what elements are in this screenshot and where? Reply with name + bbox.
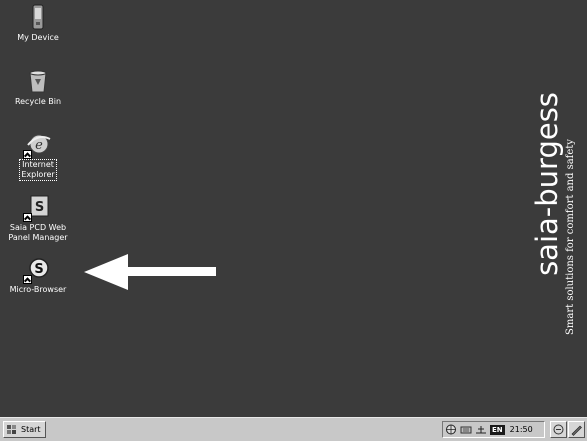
network-globe-icon[interactable] <box>445 424 457 435</box>
shortcut-arrow-icon <box>23 213 32 222</box>
desktop-icon-recycle-bin[interactable]: Recycle Bin <box>3 68 73 107</box>
pen-icon <box>571 425 582 436</box>
language-indicator[interactable]: EN <box>490 424 505 435</box>
desktop-icon-saia-web-panel-manager[interactable]: S Saia PCD Web Panel Manager <box>3 194 73 243</box>
desktop-icon-my-device[interactable]: My Device <box>3 4 73 43</box>
desktop-icon-internet-explorer[interactable]: e Internet Explorer <box>3 131 73 181</box>
start-label: Start <box>21 425 41 434</box>
saia-web-panel-icon: S <box>23 194 51 222</box>
desktop: My Device Recycle Bin e Internet Explore… <box>0 0 587 417</box>
saia-burgess-branding: saia-burgess Smart solutions for comfort… <box>531 92 576 335</box>
micro-browser-icon: S <box>23 256 51 284</box>
taskbar: Start EN 21:50 <box>0 417 587 441</box>
brand-tagline: Smart solutions for comfort and safety <box>565 139 576 335</box>
annotation-arrow <box>84 254 216 290</box>
shortcut-arrow-icon <box>23 150 32 159</box>
desktop-icon-micro-browser[interactable]: S Micro-Browser <box>3 256 73 295</box>
windows-flag-icon <box>6 424 18 435</box>
svg-text:S: S <box>34 262 43 277</box>
svg-text:S: S <box>35 200 44 215</box>
desktop-icon <box>553 424 564 435</box>
keyboard-toggle-button[interactable] <box>568 421 585 438</box>
system-tray: EN 21:50 <box>442 421 545 438</box>
shortcut-arrow-icon <box>23 275 32 284</box>
connection-icon[interactable] <box>475 424 487 435</box>
internet-explorer-icon: e <box>23 131 51 159</box>
desktop-icon-label: Internet Explorer <box>19 159 57 181</box>
desktop-icon-label: Recycle Bin <box>14 97 62 106</box>
desktop-icon-label: Saia PCD Web Panel Manager <box>8 223 68 242</box>
svg-text:e: e <box>35 138 43 153</box>
recycle-bin-icon <box>25 68 51 94</box>
desktop-toggle-button[interactable] <box>550 421 567 438</box>
start-button[interactable]: Start <box>3 421 46 438</box>
desktop-icon-label: My Device <box>17 33 59 42</box>
input-panel-icon[interactable] <box>460 424 472 435</box>
pda-device-icon <box>25 4 51 30</box>
desktop-icon-label: Micro-Browser <box>9 285 67 294</box>
clock[interactable]: 21:50 <box>510 425 533 434</box>
brand-logo-text: saia-burgess <box>531 92 564 276</box>
